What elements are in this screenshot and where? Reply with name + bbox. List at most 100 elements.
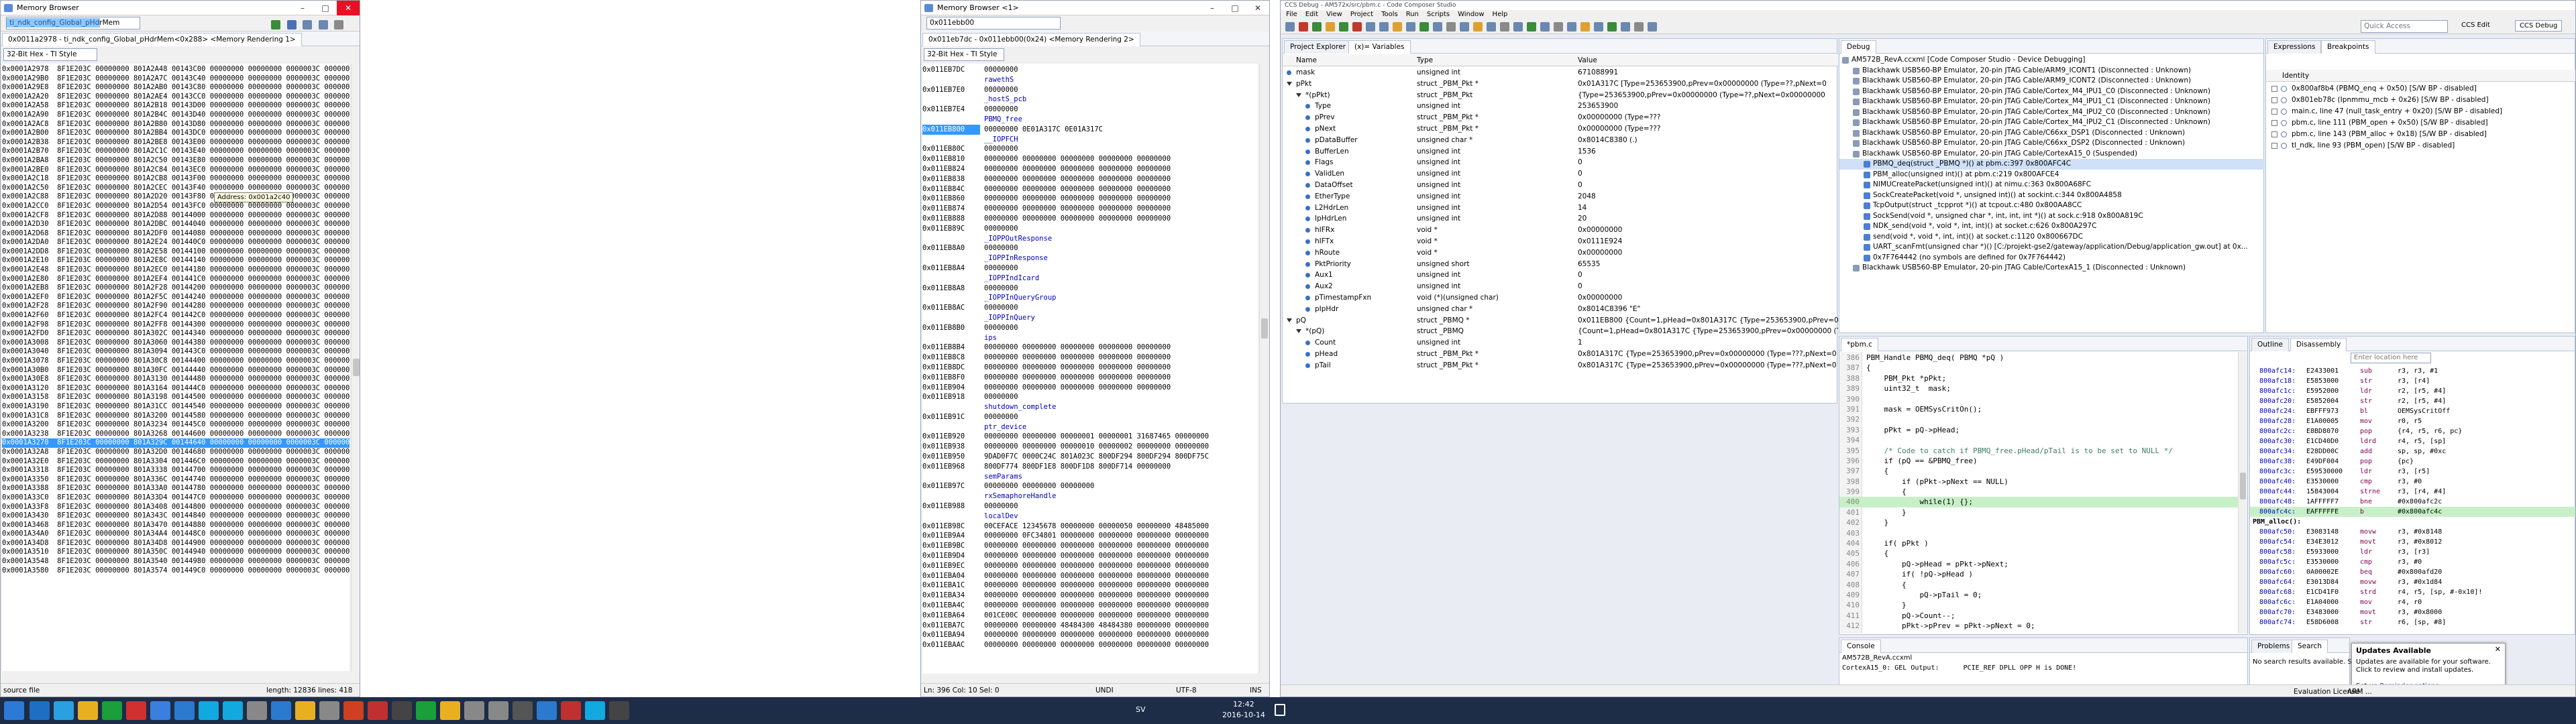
variable-value[interactable]: 2048 (1578, 191, 1596, 202)
memory-value[interactable]: 00000000 00000000 00000000 00000000 0000… (980, 194, 1171, 202)
debug-tree-item[interactable]: AM572B_RevA.ccxml [Code Composer Studio … (1839, 55, 2265, 66)
variable-row[interactable]: pPrev struct _PBM_Pkt * 0x00000000 (Type=?… (1283, 112, 1838, 123)
notification-close-icon[interactable]: ✕ (2495, 645, 2501, 654)
variable-value[interactable]: 0x00000000 (Type=??? (1578, 123, 1660, 135)
disassembly-row[interactable]: 800afc54: E34E3012 movt r3, #0x8012 (2250, 537, 2575, 547)
variable-row[interactable]: pHead struct _PBM_Pkt * 0x801A317C {Type=2… (1283, 349, 1838, 360)
memory-row[interactable]: 0x011EB97C 00000000 00000000 00000000 (922, 481, 1258, 491)
variable-value[interactable]: 0x0111E924 (1578, 236, 1622, 247)
memory-row[interactable]: 0x0001A2CF8 8F1E203C 00000000 801A2D88 0… (2, 211, 350, 221)
breakpoint-checkbox[interactable] (2271, 97, 2277, 103)
tab-variables[interactable]: (x)= Variables (1348, 40, 1411, 54)
variable-value[interactable]: 0x801A317C {Type=253653900,pPrev=0x00000… (1578, 349, 1837, 360)
memory-row[interactable]: _hostS_pcb (922, 95, 1258, 105)
debug-tree-item[interactable]: PBMQ_deq(struct _PBMQ *)() at pbm.c:397 … (1839, 159, 2265, 170)
memory-row[interactable]: 0x0001A2D30 8F1E203C 00000000 801A2DBC 0… (2, 220, 350, 229)
memory-value[interactable]: 00000000 00000000 00000000 00000000 0000… (980, 175, 1171, 183)
variable-value[interactable]: 1 (1578, 337, 1582, 349)
memory-row[interactable]: 0x0001A2A58 8F1E203C 00000000 801A2B18 0… (2, 101, 350, 111)
toolbar-icon[interactable] (1460, 22, 1469, 32)
variable-row[interactable]: pDataBuffer unsigned char * 0x8014C8380 (.… (1283, 135, 1838, 146)
variable-value[interactable]: 253653900 (1578, 101, 1618, 112)
memory-row[interactable]: 0x0001A2A90 8F1E203C 00000000 801A2B4C 0… (2, 111, 350, 120)
taskbar-app-icon[interactable] (416, 701, 436, 720)
memory-row[interactable]: 0x011EB9BC 00000000 00000000 00000000 000… (922, 541, 1258, 551)
disassembly-row[interactable]: 800afc58: E5933000 ldr r3, [r3] (2250, 547, 2575, 557)
memory-value[interactable]: 00000000 (980, 413, 1018, 421)
memory-value[interactable]: 00000000 (980, 502, 1018, 510)
memory-row[interactable]: PBMQ_free (922, 115, 1258, 125)
memory-row[interactable]: 0x0001A2D68 8F1E203C 00000000 801A2DF0 0… (2, 229, 350, 239)
memory-row[interactable]: 0x0001A2E10 8F1E203C 00000000 801A2E8C 0… (2, 256, 350, 265)
export-icon[interactable] (318, 20, 328, 29)
taskbar-app-icon[interactable] (54, 701, 74, 720)
code-line[interactable]: 404 if( pPkt ) (1839, 538, 2238, 548)
code-line[interactable]: 412 pPkt->pPrev = pPkt->pNext = 0; (1839, 621, 2238, 631)
toolbar-icon[interactable] (1540, 22, 1550, 32)
variable-row[interactable]: PktPriority unsigned short 65535 (1283, 259, 1838, 270)
taskbar-app-icon[interactable] (440, 701, 460, 720)
memory-row[interactable]: 0x0001A2BA8 8F1E203C 00000000 801A2C50 0… (2, 156, 350, 166)
toolbar-icon[interactable] (1285, 22, 1295, 32)
expand-arrow-icon[interactable] (1287, 318, 1292, 322)
memory-value[interactable]: 00000000 00000000 00000000 00000000 0000… (980, 155, 1171, 163)
toolbar-icon[interactable] (1567, 22, 1576, 32)
taskbar-app-icon[interactable] (392, 701, 412, 720)
debug-tree-item[interactable]: SockCreatePacket(void *, unsigned int)()… (1839, 190, 2265, 201)
memory-value[interactable]: 00000000 00000000 00000000 00000000 0000… (980, 591, 1209, 599)
refresh-icon[interactable] (286, 20, 297, 29)
memory-row[interactable]: 0x0001A2FD0 8F1E203C 00000000 801A302C 0… (2, 329, 350, 339)
variable-value[interactable]: 0x00000000 (1578, 225, 1622, 236)
expand-arrow-icon[interactable] (1296, 93, 1301, 97)
toolbar-icon[interactable] (1419, 22, 1429, 32)
variable-value[interactable]: 0 (1578, 281, 1582, 292)
memory-row[interactable]: 0x0001A2C50 8F1E203C 00000000 801A2CEC 0… (2, 184, 350, 193)
memory-row[interactable]: 0x011EB838 00000000 00000000 00000000 000… (922, 174, 1258, 184)
taskbar-app-icon[interactable] (271, 701, 291, 720)
col-name[interactable]: Name (1296, 54, 1317, 66)
memory-value[interactable]: 00000000 00000000 00000000 00000000 0000… (980, 373, 1171, 381)
toolbar-icon[interactable] (1433, 22, 1442, 32)
memory-value[interactable]: 00000000 00000000 00000000 00000000 0000… (980, 542, 1209, 550)
breakpoint-checkbox[interactable] (2271, 143, 2277, 149)
code-line[interactable]: 401 } (1839, 507, 2238, 518)
toolbar-icon[interactable] (1326, 22, 1335, 32)
memory-row[interactable]: 0x011EB9EC 00000000 00000000 00000000 000… (922, 561, 1258, 571)
disassembly-row[interactable]: 800afc40: E3530000 cmp r3, #0 (2250, 477, 2575, 487)
memory-row[interactable]: 0x011EB7E0 00000000 (922, 85, 1258, 95)
clock-date[interactable]: 2016-10-14 (1222, 711, 1265, 719)
memory-row[interactable]: localDev (922, 511, 1258, 522)
disassembly-row[interactable]: 800afc2c: E8BD8070 pop {r4, r5, r6, pc} (2250, 426, 2575, 436)
code-line[interactable]: 391 mask = OEMSysCritOn(); (1839, 404, 2238, 414)
memory-row[interactable]: 0x011EB860 00000000 00000000 00000000 000… (922, 194, 1258, 204)
memory-row[interactable]: 0x0001A29E8 8F1E203C 00000000 801A2AB0 0… (2, 83, 350, 93)
editor-scrollbar[interactable] (2238, 352, 2247, 634)
disassembly-row[interactable]: 800afc1c: E5952000 ldr r2, [r5, #4] (2250, 386, 2575, 396)
code-line[interactable]: 396 if (pQ == &PBMQ_free) (1839, 456, 2238, 466)
variable-row[interactable]: pNext struct _PBM_Pkt * 0x00000000 (Type=?… (1283, 123, 1838, 135)
taskbar-app-icon[interactable] (102, 701, 122, 720)
code-line[interactable]: 403 (1839, 528, 2238, 538)
variable-row[interactable]: DataOffset unsigned int 0 (1283, 180, 1838, 191)
memory-value[interactable]: 00000000 0FC34801 00000000 00000000 0000… (980, 532, 1209, 540)
memory-row[interactable]: 0x0001A30B0 8F1E203C 00000000 801A30FC 0… (2, 366, 350, 375)
taskbar-app-icon[interactable] (464, 701, 484, 720)
memory-row[interactable]: _IOPPOutResponse (922, 234, 1258, 244)
variable-value[interactable]: {Count=1,pHead=0x801A317C {Type=25365390… (1578, 326, 1838, 337)
breakpoint-row[interactable]: pbm.c, line 143 (PBM_alloc + 0x18) [S/W … (2266, 129, 2575, 140)
toolbar-icon[interactable] (1299, 22, 1308, 32)
toolbar-icon[interactable] (1446, 22, 1456, 32)
memory-row[interactable]: 0x0001A2E80 8F1E203C 00000000 801A2EF4 0… (2, 275, 350, 284)
variable-value[interactable]: 1536 (1578, 146, 1596, 158)
notification-center-icon[interactable] (1275, 704, 1285, 716)
memory-row[interactable]: 0x011EB8DC 00000000 00000000 00000000 000… (922, 363, 1258, 373)
quick-access-input[interactable]: Quick Access (2361, 20, 2448, 33)
menu-item-run[interactable]: Run (1406, 11, 1419, 18)
close-button[interactable]: ✕ (337, 1, 360, 15)
memory-row[interactable]: 0x011EB8AC 00000000 (922, 303, 1258, 313)
disassembly-row[interactable]: PBM_alloc(): (2250, 517, 2575, 527)
memory-value[interactable]: 00000000 00000000 48484300 48484380 0000… (980, 621, 1209, 629)
taskbar-app-icon[interactable] (585, 701, 605, 720)
memory-row[interactable]: 0x0001A2978 8F1E203C 00000000 801A2A48 0… (2, 65, 350, 74)
variable-row[interactable]: EtherType unsigned int 2048 (1283, 191, 1838, 202)
